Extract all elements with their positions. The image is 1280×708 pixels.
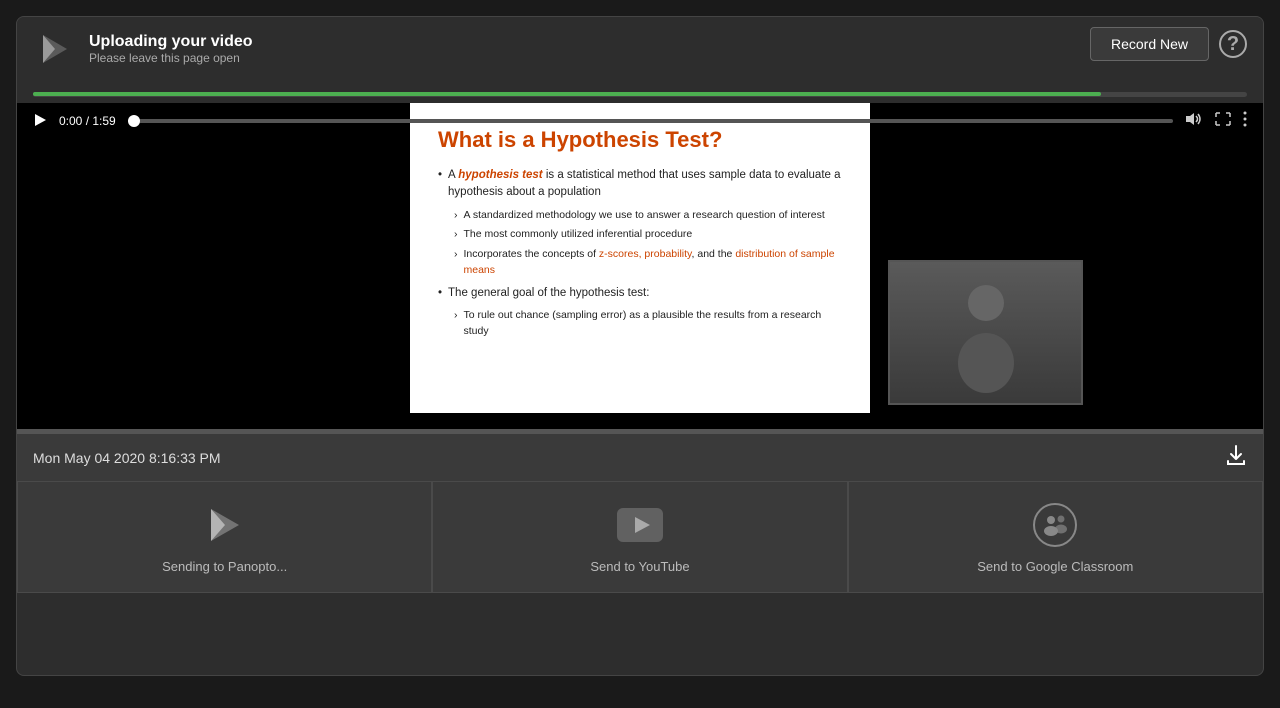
webcam-overlay <box>888 260 1083 405</box>
progress-track <box>33 92 1247 97</box>
slide-sub-2: › The most commonly utilized inferential… <box>454 227 842 243</box>
youtube-icon <box>617 508 663 542</box>
zscores-link: z-scores, probability <box>599 248 692 260</box>
app-container: Uploading your video Please leave this p… <box>16 16 1264 676</box>
hypothesis-highlight: hypothesis test <box>458 169 542 181</box>
progress-fill <box>33 92 1101 96</box>
header-wrapper: Uploading your video Please leave this p… <box>17 17 1263 103</box>
header-text: Uploading your video Please leave this p… <box>89 33 253 65</box>
slide-sub-1: › A standardized methodology we use to a… <box>454 208 842 224</box>
slide-title: What is a Hypothesis Test? <box>438 127 842 153</box>
video-seek-track[interactable] <box>17 429 1263 433</box>
more-options-button[interactable] <box>1243 111 1247 132</box>
bullet-dot-1: • <box>438 167 442 202</box>
seek-bar[interactable] <box>128 119 1173 123</box>
action-cards: Sending to Panopto... Send to YouTube <box>17 481 1263 593</box>
video-section: What is a Hypothesis Test? • A hypothesi… <box>17 103 1263 433</box>
download-icon <box>1225 444 1247 466</box>
play-icon <box>33 113 47 127</box>
volume-button[interactable] <box>1185 112 1203 131</box>
send-to-youtube-card[interactable]: Send to YouTube <box>432 481 847 593</box>
youtube-card-icon <box>616 501 664 549</box>
record-new-button[interactable]: Record New <box>1090 27 1209 61</box>
upload-title: Uploading your video <box>89 33 253 51</box>
panopto-card-label: Sending to Panopto... <box>162 559 287 574</box>
person-silhouette <box>890 262 1081 403</box>
seek-thumb <box>128 115 140 127</box>
classroom-icon <box>1041 513 1069 537</box>
gc-icon <box>1033 503 1077 547</box>
volume-icon <box>1185 112 1203 126</box>
fullscreen-button[interactable] <box>1215 112 1231 131</box>
upload-subtitle: Please leave this page open <box>89 51 253 65</box>
youtube-card-label: Send to YouTube <box>590 559 689 574</box>
person-svg <box>946 273 1026 393</box>
send-to-google-classroom-card[interactable]: Send to Google Classroom <box>848 481 1263 593</box>
panopto-icon <box>203 503 247 547</box>
slide-sub-3: › Incorporates the concepts of z-scores,… <box>454 247 842 279</box>
upload-progress-section <box>17 92 1263 103</box>
slide-bullet-1: • A hypothesis test is a statistical met… <box>438 167 842 202</box>
panopto-card-icon <box>201 501 249 549</box>
google-classroom-card-icon <box>1031 501 1079 549</box>
download-button[interactable] <box>1225 444 1247 472</box>
slide-body: • A hypothesis test is a statistical met… <box>438 167 842 339</box>
info-bar: Mon May 04 2020 8:16:33 PM <box>17 433 1263 481</box>
header-right: Record New ? <box>1090 27 1247 61</box>
panopto-logo <box>33 27 77 71</box>
bullet-1-text: A hypothesis test is a statistical metho… <box>448 167 842 202</box>
header: Uploading your video Please leave this p… <box>17 17 1263 92</box>
play-button[interactable] <box>33 113 47 130</box>
time-display: 0:00 / 1:59 <box>59 114 116 128</box>
google-classroom-card-label: Send to Google Classroom <box>977 559 1133 574</box>
slide-bullet-2: • The general goal of the hypothesis tes… <box>438 285 842 302</box>
slide-sub-4: › To rule out chance (sampling error) as… <box>454 308 842 340</box>
send-to-panopto-card[interactable]: Sending to Panopto... <box>17 481 432 593</box>
video-timestamp: Mon May 04 2020 8:16:33 PM <box>33 450 221 466</box>
fullscreen-icon <box>1215 112 1231 126</box>
help-icon[interactable]: ? <box>1219 30 1247 58</box>
slide-content: What is a Hypothesis Test? • A hypothesi… <box>410 103 870 413</box>
header-left: Uploading your video Please leave this p… <box>33 27 253 71</box>
more-icon <box>1243 111 1247 127</box>
